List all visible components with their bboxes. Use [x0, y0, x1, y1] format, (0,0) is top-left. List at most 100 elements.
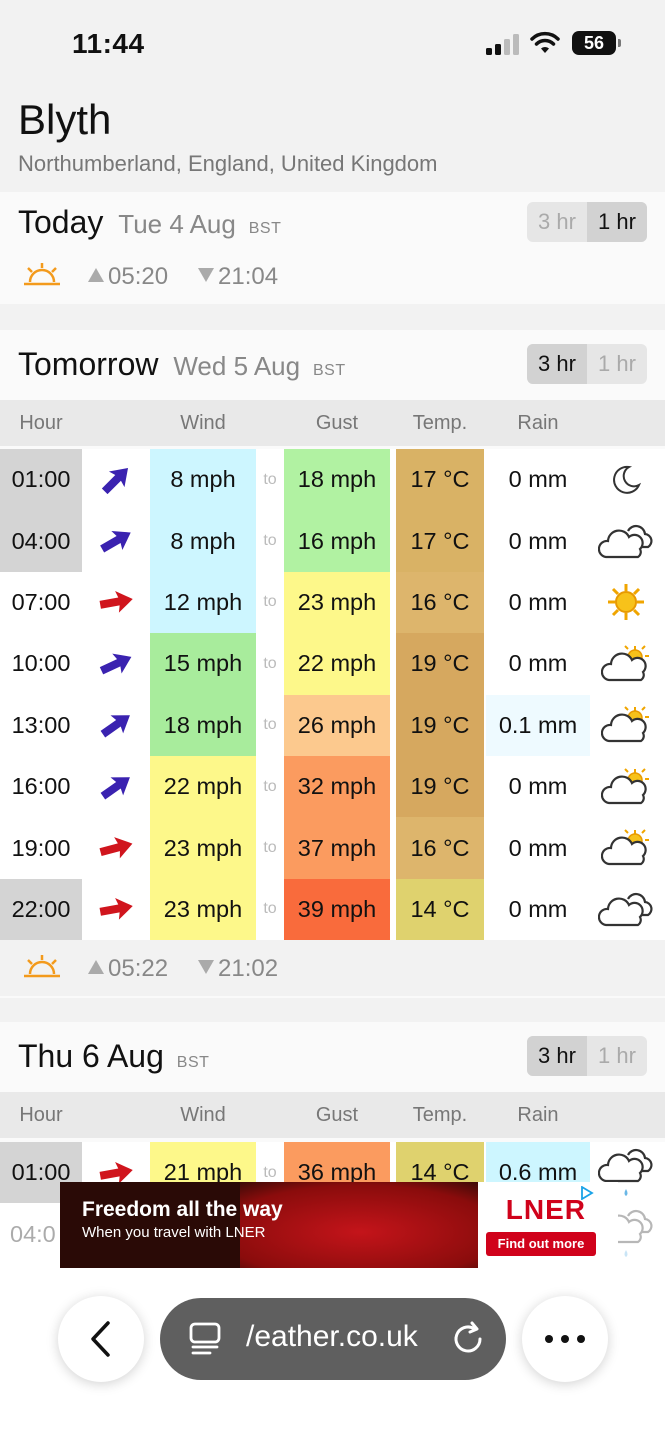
thursday-timezone: BST — [176, 1054, 210, 1071]
down-triangle-icon — [198, 960, 214, 974]
tomorrow-column-headers: Hour Wind Gust Temp. Rain — [0, 400, 665, 446]
browser-toolbar: /eather.co.uk — [0, 1268, 665, 1440]
wind-direction-arrow-icon — [82, 756, 150, 817]
sunrise-value: 05:20 — [108, 263, 169, 290]
battery-icon: 56 — [572, 31, 621, 55]
today-date: Tue 4 Aug — [118, 209, 236, 239]
moon-icon — [592, 449, 660, 510]
today-sun-times: 05:20 21:04 — [0, 248, 665, 304]
wind-speed-cell: 22 mph — [150, 755, 256, 818]
sunrise-value: 05:22 — [108, 955, 169, 982]
thursday-title: Thu 6 Aug — [18, 1038, 164, 1074]
sunrise-time: 05:22 — [88, 955, 168, 983]
up-triangle-icon — [88, 268, 104, 282]
down-triangle-icon — [198, 268, 214, 282]
table-row: 13:00 18 mph to 26 mph 19 °C 0.1 mm — [0, 694, 665, 756]
thursday-column-headers: Hour Wind Gust Temp. Rain — [0, 1092, 665, 1138]
table-row: 16:00 22 mph to 32 mph 19 °C 0 mm — [0, 755, 665, 818]
status-time: 11:44 — [72, 28, 145, 59]
wind-speed-cell: 8 mph — [150, 449, 256, 511]
col-rain: Rain — [517, 412, 559, 434]
wind-to-separator: to — [263, 839, 277, 857]
col-hour: Hour — [19, 1104, 63, 1126]
today-timezone: BST — [248, 220, 282, 237]
tomorrow-toggle-3hr[interactable]: 3 hr — [527, 344, 587, 384]
tomorrow-title: Tomorrow — [18, 346, 159, 382]
gust-speed-cell: 26 mph — [284, 694, 390, 756]
wind-speed-cell: 23 mph — [150, 817, 256, 879]
rain-cell: 0 mm — [486, 449, 590, 511]
ellipsis-icon — [545, 1335, 585, 1343]
temperature-cell: 16 °C — [396, 817, 484, 879]
col-hour: Hour — [19, 412, 63, 434]
wind-direction-arrow-icon — [82, 449, 150, 510]
wind-to-separator: to — [263, 900, 277, 918]
sunrise-icon — [24, 263, 60, 286]
gust-speed-cell: 22 mph — [284, 633, 390, 695]
wind-speed-cell: 12 mph — [150, 571, 256, 634]
sunset-time: 21:04 — [198, 263, 278, 291]
today-toggle-1hr[interactable]: 1 hr — [587, 202, 647, 242]
reload-icon[interactable] — [450, 1321, 486, 1357]
address-bar[interactable]: /eather.co.uk — [160, 1298, 506, 1380]
rain-cell: 0 mm — [486, 510, 590, 572]
col-rain: Rain — [517, 1104, 559, 1126]
wind-direction-arrow-icon — [82, 510, 150, 571]
wifi-icon — [530, 31, 560, 53]
status-bar: 11:44 56 — [0, 0, 665, 88]
table-row: 10:00 15 mph to 22 mph 19 °C 0 mm — [0, 633, 665, 695]
temperature-cell: 17 °C — [396, 510, 484, 572]
col-temp: Temp. — [412, 1104, 468, 1126]
wind-direction-arrow-icon — [82, 633, 150, 694]
temperature-cell: 16 °C — [396, 571, 484, 634]
gust-speed-cell: 39 mph — [284, 878, 390, 941]
location-region: Northumberland, England, United Kingdom — [18, 151, 438, 176]
tomorrow-toggle-1hr[interactable]: 1 hr — [587, 344, 647, 384]
wind-direction-arrow-icon — [82, 879, 150, 940]
adchoices-icon[interactable] — [580, 1186, 594, 1200]
wind-direction-arrow-icon — [82, 695, 150, 756]
cloud-icon — [592, 510, 660, 571]
page-menu-icon[interactable] — [188, 1322, 222, 1356]
table-row: 04:00 8 mph to 16 mph 17 °C 0 mm — [0, 510, 665, 572]
wind-to-separator: to — [263, 593, 277, 611]
ad-cta-button[interactable]: Find out more — [486, 1232, 596, 1256]
wind-speed-cell: 15 mph — [150, 633, 256, 695]
col-temp: Temp. — [412, 412, 468, 434]
wind-to-separator: to — [263, 654, 277, 672]
sun-icon — [592, 572, 660, 633]
back-button[interactable] — [58, 1296, 144, 1382]
temperature-cell: 14 °C — [396, 878, 484, 941]
chevron-left-icon — [91, 1321, 110, 1357]
ad-brand-logo: LNER — [505, 1194, 586, 1225]
gust-speed-cell: 18 mph — [284, 449, 390, 511]
col-gust: Gust — [315, 412, 359, 434]
today-section: Today Tue 4 Aug BST 3 hr 1 hr 05:20 21:0… — [0, 192, 665, 304]
today-interval-toggle: 3 hr 1 hr — [527, 202, 647, 242]
sun-cloud-icon — [592, 695, 660, 756]
table-row: 19:00 23 mph to 37 mph 16 °C 0 mm — [0, 817, 665, 879]
tomorrow-heading: Tomorrow Wed 5 Aug BST — [18, 346, 346, 383]
wind-speed-cell: 18 mph — [150, 694, 256, 756]
thursday-toggle-1hr[interactable]: 1 hr — [587, 1036, 647, 1076]
ad-subline: When you travel with LNER — [82, 1224, 266, 1241]
url-text: /eather.co.uk — [246, 1320, 418, 1353]
cellular-signal-icon — [486, 33, 520, 55]
sunset-time: 21:02 — [198, 955, 278, 983]
table-row: 07:00 12 mph to 23 mph 16 °C 0 mm — [0, 571, 665, 634]
location-city: Blyth — [18, 96, 112, 143]
ad-banner[interactable]: Freedom all the way When you travel with… — [60, 1182, 618, 1268]
tomorrow-forecast-table: 01:00 8 mph to 18 mph 17 °C 0 mm 04:00 8 mph to 1… — [0, 449, 665, 941]
today-toggle-3hr[interactable]: 3 hr — [527, 202, 587, 242]
more-options-button[interactable] — [522, 1296, 608, 1382]
temperature-cell: 19 °C — [396, 694, 484, 756]
today-heading: Today Tue 4 Aug BST — [18, 204, 281, 241]
rain-cell: 0 mm — [486, 817, 590, 879]
rain-cell: 0.1 mm — [486, 694, 590, 756]
hour-cell: 19:00 — [0, 817, 82, 879]
wind-to-separator: to — [263, 716, 277, 734]
thursday-toggle-3hr[interactable]: 3 hr — [527, 1036, 587, 1076]
hour-cell: 22:00 — [0, 878, 82, 941]
wind-to-separator: to — [263, 470, 277, 488]
hour-cell: 10:00 — [0, 633, 82, 695]
